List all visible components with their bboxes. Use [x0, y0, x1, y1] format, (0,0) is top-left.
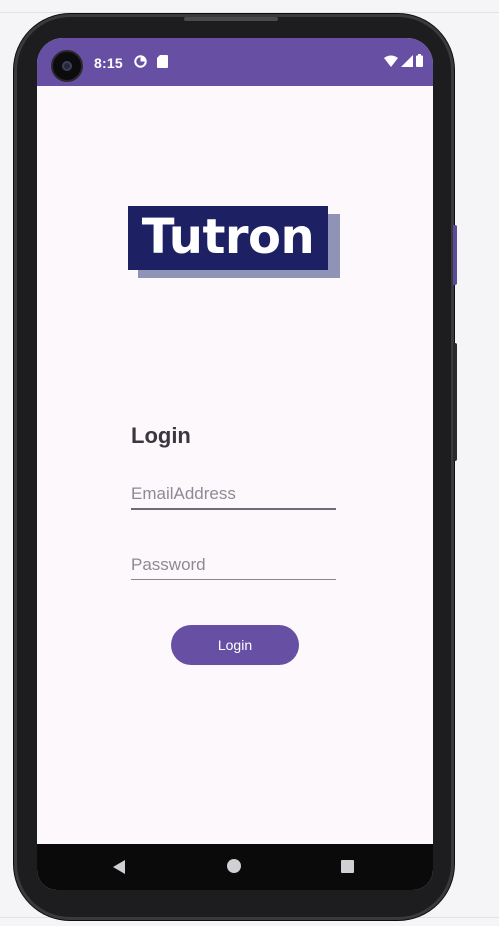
app-screen: 8:15 Tutron Login Login [37, 38, 433, 890]
login-title: Login [131, 423, 191, 448]
status-right-icons [384, 54, 423, 72]
navigation-bar [37, 844, 433, 890]
logo-text: Tutron [141, 209, 315, 265]
earpiece-slot [184, 17, 278, 21]
front-camera-icon [51, 50, 83, 82]
power-button[interactable] [453, 343, 457, 461]
logo-background: Tutron [128, 206, 328, 270]
password-field[interactable] [131, 551, 336, 580]
status-time: 8:15 [94, 55, 123, 71]
email-field[interactable] [131, 480, 336, 510]
battery-icon [416, 54, 423, 72]
status-bar: 8:15 [37, 38, 433, 86]
login-button[interactable]: Login [171, 625, 299, 665]
data-saver-icon [134, 55, 147, 71]
tutron-logo: Tutron [128, 206, 340, 278]
volume-button[interactable] [453, 225, 457, 285]
recents-icon[interactable] [341, 860, 354, 873]
wifi-icon [384, 54, 398, 72]
back-icon[interactable] [113, 860, 125, 874]
home-icon[interactable] [227, 859, 241, 873]
camera-lens [62, 61, 72, 71]
signal-icon [401, 54, 413, 72]
sd-card-icon [157, 55, 168, 71]
page-top-divider [0, 12, 499, 13]
